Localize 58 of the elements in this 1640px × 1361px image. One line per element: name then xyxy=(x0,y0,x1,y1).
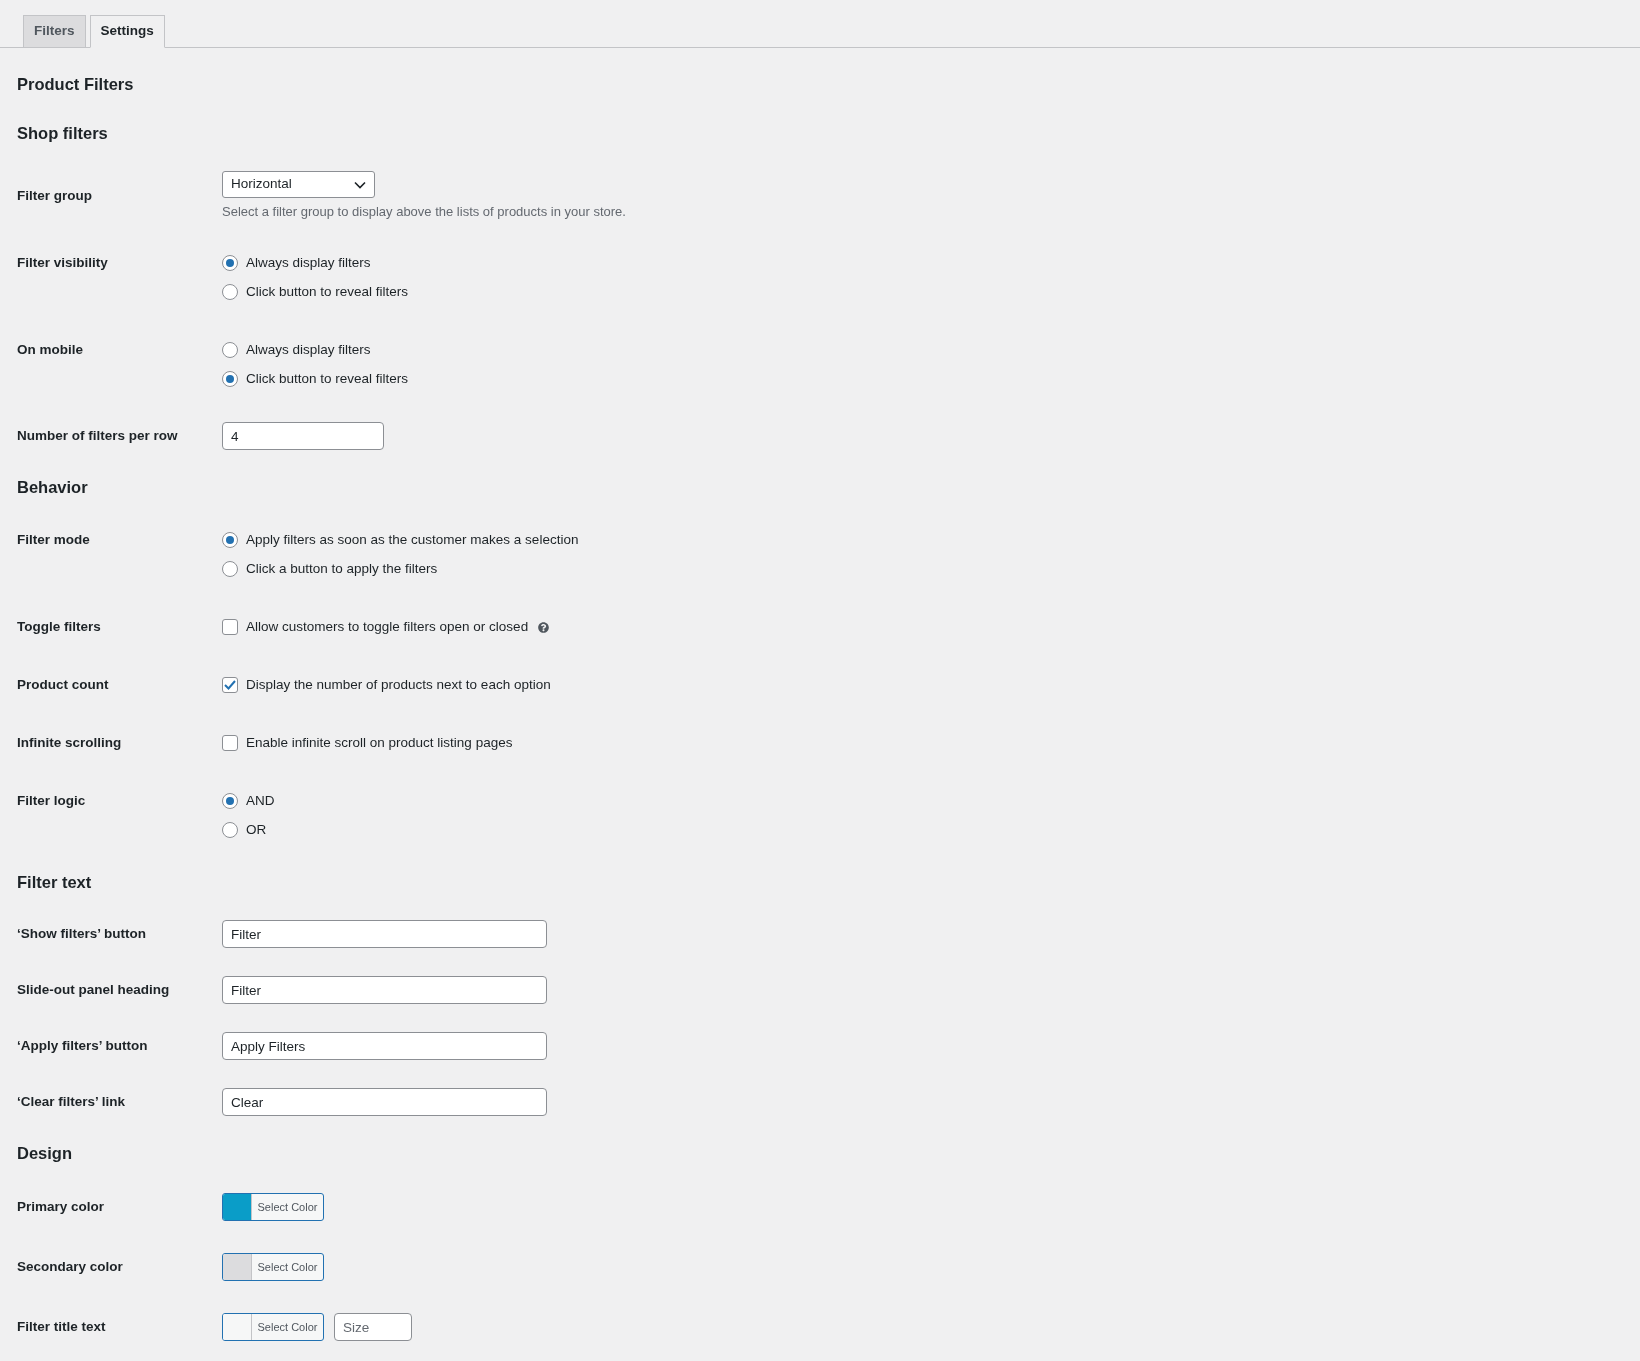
radio-label: AND xyxy=(246,791,275,810)
radio-label: OR xyxy=(246,820,267,839)
select-color-button[interactable]: Select Color xyxy=(222,1193,324,1221)
radio-label: Click a button to apply the filters xyxy=(246,559,438,578)
field-label: Filter group xyxy=(17,187,92,206)
help-icon[interactable] xyxy=(538,621,550,633)
field-label: Primary color xyxy=(17,1197,105,1216)
checkbox-label: Display the number of products next to each option xyxy=(246,675,551,694)
checkbox[interactable] xyxy=(222,735,238,751)
field-label: ‘Show filters’ button xyxy=(17,924,146,943)
radio-label: Always display filters xyxy=(246,340,371,359)
radio-label: Click button to reveal filters xyxy=(246,282,409,301)
radio-button[interactable] xyxy=(222,793,238,809)
radio-button[interactable] xyxy=(222,561,238,577)
tab[interactable]: Settings xyxy=(89,15,165,48)
checkbox[interactable] xyxy=(222,619,238,635)
field-label: On mobile xyxy=(17,340,83,359)
field-label: Secondary color xyxy=(17,1257,123,1276)
radio-button[interactable] xyxy=(222,532,238,548)
field-label: ‘Clear filters’ link xyxy=(17,1092,126,1111)
field-label: Infinite scrolling xyxy=(17,733,122,752)
text-field[interactable]: Clear xyxy=(222,1088,547,1116)
radio-button[interactable] xyxy=(222,371,238,387)
field-label: Slide-out panel heading xyxy=(17,980,170,999)
select-color-button[interactable]: Select Color xyxy=(222,1313,324,1341)
field-label: Toggle filters xyxy=(17,617,101,636)
radio-button[interactable] xyxy=(222,822,238,838)
select-color-button[interactable]: Select Color xyxy=(222,1253,324,1281)
size-field[interactable]: Size xyxy=(334,1313,412,1341)
radio-button[interactable] xyxy=(222,255,238,271)
radio-button[interactable] xyxy=(222,342,238,358)
tab[interactable]: Filters xyxy=(23,15,86,48)
checkbox[interactable] xyxy=(222,677,238,693)
field-label: Product count xyxy=(17,675,109,694)
radio-button[interactable] xyxy=(222,284,238,300)
page-title: Product Filters xyxy=(17,74,135,95)
text-field[interactable]: Filter xyxy=(222,976,547,1004)
checkbox-label: Allow customers to toggle filters open or closed xyxy=(246,617,529,636)
field-label: Filter title text xyxy=(17,1317,106,1336)
field-label: Filter mode xyxy=(17,530,90,549)
field-label: Filter logic xyxy=(17,791,86,810)
field-description: Select a filter group to display above the lists of products in your store. xyxy=(222,203,626,221)
radio-label: Apply filters as soon as the customer makes a selection xyxy=(246,530,579,549)
field-label: ‘Apply filters’ button xyxy=(17,1036,148,1055)
text-field[interactable]: 4 xyxy=(222,422,384,450)
checkbox-label: Enable infinite scroll on product listing pages xyxy=(246,733,513,752)
field-label: Number of filters per row xyxy=(17,426,178,445)
chevron-down-icon xyxy=(354,180,366,189)
field-label: Filter visibility xyxy=(17,253,108,272)
section-heading: Shop filters xyxy=(17,123,108,145)
radio-label: Click button to reveal filters xyxy=(246,369,409,388)
radio-label: Always display filters xyxy=(246,253,371,272)
group-select[interactable]: Horizontal xyxy=(222,171,375,198)
section-heading: Filter text xyxy=(17,872,92,894)
section-heading: Design xyxy=(17,1143,72,1165)
text-field[interactable]: Apply Filters xyxy=(222,1032,547,1060)
section-heading: Behavior xyxy=(17,477,88,499)
text-field[interactable]: Filter xyxy=(222,920,547,948)
